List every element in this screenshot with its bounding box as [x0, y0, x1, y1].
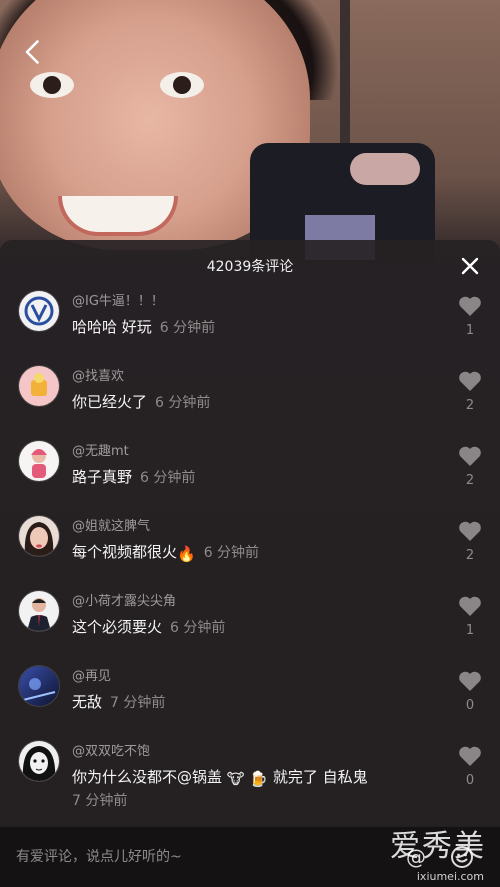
- comment-text-body: 你已经火了: [72, 393, 148, 411]
- comment-item: @双双吃不饱 你为什么没都不@锅盖 🐮 🍺 就完了 自私鬼 7 分钟前 0: [0, 740, 500, 830]
- comment-text-body: 你为什么没都不@锅盖: [72, 768, 223, 786]
- comment-text-body: 无敌: [72, 693, 103, 711]
- comment-time: 7 分钟前: [110, 695, 166, 711]
- comment-username[interactable]: @再见: [72, 665, 111, 684]
- comment-text: 哈哈哈 好玩 6 分钟前: [72, 316, 215, 337]
- watermark-logo: 爱秀美: [390, 829, 486, 864]
- comments-count-title: 42039条评论: [206, 259, 294, 275]
- comment-text: 你为什么没都不@锅盖 🐮 🍺 就完了 自私鬼: [72, 766, 368, 788]
- comment-text-body: 哈哈哈 好玩: [72, 318, 152, 336]
- avatar[interactable]: [18, 440, 60, 482]
- comment-text-end: 就完了 自私鬼: [272, 768, 368, 786]
- comment-time: 6 分钟前: [203, 545, 260, 561]
- comment-text: 路子真野 6 分钟前: [72, 466, 195, 487]
- comment-item: @无趣mt 路子真野 6 分钟前 2: [0, 440, 500, 515]
- comment-item: @姐就这脾气 每个视频都很火🔥 6 分钟前 2: [0, 515, 500, 590]
- comment-item: @IG牛逼！！！ 哈哈哈 好玩 6 分钟前 1: [0, 290, 500, 365]
- heart-icon: [459, 596, 481, 616]
- avatar[interactable]: [18, 590, 60, 632]
- comment-username[interactable]: @无趣mt: [72, 440, 129, 459]
- like-count: 0: [465, 698, 475, 713]
- like-count: 2: [465, 473, 475, 488]
- avatar[interactable]: [18, 290, 60, 332]
- comment-time: 6 分钟前: [159, 320, 216, 336]
- like-button[interactable]: 1: [458, 296, 482, 338]
- like-count: 1: [465, 323, 475, 338]
- comment-username[interactable]: @小荷才露尖尖角: [72, 590, 176, 609]
- avatar[interactable]: [18, 740, 60, 782]
- comment-username[interactable]: @姐就这脾气: [72, 515, 150, 534]
- heart-icon: [459, 371, 481, 391]
- avatar[interactable]: [18, 515, 60, 557]
- comments-sheet: 42039条评论 @IG牛逼！！！ 哈哈哈 好玩 6 分钟前 1 @找喜欢 你已经…: [0, 240, 500, 887]
- like-button[interactable]: 2: [458, 446, 482, 488]
- close-icon[interactable]: [458, 254, 482, 278]
- comment-time: 6 分钟前: [155, 395, 211, 411]
- like-count: 2: [465, 398, 475, 413]
- comment-item: @再见 无敌 7 分钟前 0: [0, 665, 500, 740]
- comment-item: @小荷才露尖尖角 这个必须要火 6 分钟前 1: [0, 590, 500, 665]
- heart-icon: [459, 671, 481, 691]
- like-button[interactable]: 1: [458, 596, 482, 638]
- like-count: 2: [465, 548, 475, 563]
- comment-text: 这个必须要火 6 分钟前: [72, 616, 225, 637]
- comment-time: 6 分钟前: [170, 620, 226, 636]
- video-left-eye: [30, 72, 74, 98]
- comment-username[interactable]: @IG牛逼！！！: [72, 290, 164, 309]
- video-phone-camera: [350, 153, 420, 185]
- heart-icon: [459, 446, 481, 466]
- watermark-url: ixiumei.com: [416, 870, 484, 883]
- like-button[interactable]: 2: [458, 371, 482, 413]
- comment-text-body: 这个必须要火: [72, 618, 163, 636]
- heart-icon: [459, 296, 481, 316]
- avatar[interactable]: [18, 365, 60, 407]
- comment-text: 你已经火了 6 分钟前: [72, 391, 210, 412]
- comment-time: 6 分钟前: [140, 470, 196, 486]
- back-arrow-icon[interactable]: [20, 38, 48, 66]
- heart-icon: [459, 521, 481, 541]
- like-button[interactable]: 0: [458, 671, 482, 713]
- comment-time: 7 分钟前: [72, 793, 128, 809]
- comment-text-body: 每个视频都很火: [72, 543, 178, 561]
- comment-text: 无敌 7 分钟前: [72, 691, 165, 712]
- video-right-eye: [160, 72, 204, 98]
- comment-text-body: 路子真野: [72, 468, 133, 486]
- comment-item: @找喜欢 你已经火了 6 分钟前 2: [0, 365, 500, 440]
- like-count: 1: [465, 623, 475, 638]
- like-button[interactable]: 0: [458, 746, 482, 788]
- heart-icon: [459, 746, 481, 766]
- comment-list: @IG牛逼！！！ 哈哈哈 好玩 6 分钟前 1 @找喜欢 你已经火了 6 分钟前 2…: [0, 290, 500, 830]
- comment-username[interactable]: @双双吃不饱: [72, 740, 150, 759]
- comment-text: 每个视频都很火🔥 6 分钟前: [72, 541, 259, 563]
- like-button[interactable]: 2: [458, 521, 482, 563]
- cow-emoji: 🐮: [226, 770, 245, 788]
- comment-username[interactable]: @找喜欢: [72, 365, 124, 384]
- avatar[interactable]: [18, 665, 60, 707]
- beer-emoji: 🍺: [249, 770, 269, 788]
- comment-input[interactable]: [14, 839, 358, 875]
- like-count: 0: [465, 773, 475, 788]
- fire-emoji: 🔥: [177, 545, 196, 563]
